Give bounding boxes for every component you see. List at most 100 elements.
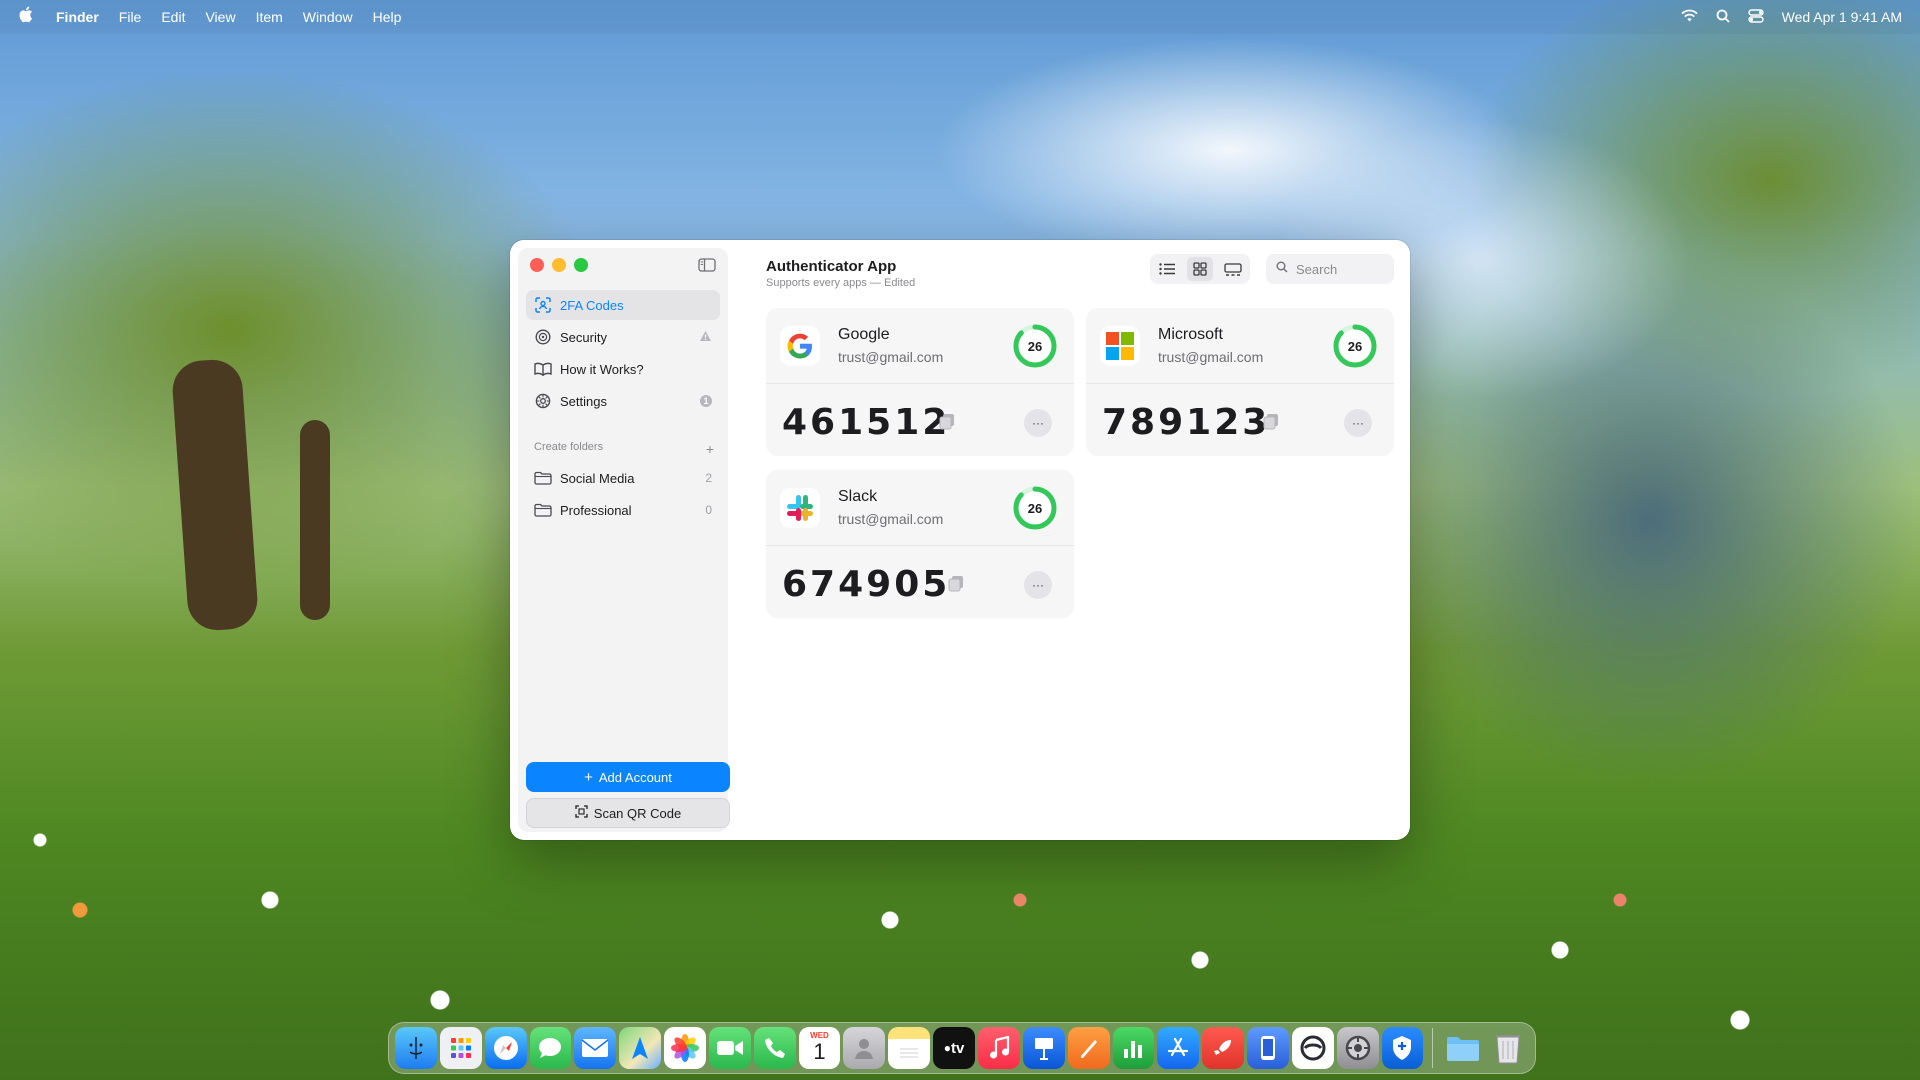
sidebar-item-settings[interactable]: Settings 1	[526, 386, 720, 416]
add-account-button[interactable]: + Add Account	[526, 762, 730, 792]
dock-contacts-icon[interactable]	[843, 1027, 886, 1069]
account-card-google[interactable]: Google trust@gmail.com 26 461512 ···	[766, 308, 1074, 456]
search-icon[interactable]	[1716, 9, 1730, 26]
sidebar-item-security[interactable]: Security	[526, 322, 720, 352]
wifi-icon[interactable]	[1680, 9, 1698, 25]
otp-code[interactable]: 789123	[1102, 402, 1270, 443]
dock: WED 1 ● tv	[388, 1022, 1536, 1074]
folder-professional[interactable]: Professional 0	[526, 494, 720, 526]
copy-icon[interactable]	[947, 574, 967, 594]
add-account-label: Add Account	[598, 769, 672, 785]
wallpaper-tree-trunk	[300, 420, 330, 620]
dock-facetime-icon[interactable]	[708, 1027, 751, 1069]
authenticator-window: 2FA Codes Security How it Works? Setting…	[510, 240, 1410, 840]
dock-tv-icon[interactable]: ● tv	[933, 1027, 975, 1069]
more-options-button[interactable]: ···	[1024, 571, 1052, 599]
menu-file[interactable]: File	[119, 9, 142, 25]
card-header: Microsoft trust@gmail.com 26	[1086, 308, 1394, 384]
dock-rocketsim-icon[interactable]	[1202, 1027, 1245, 1069]
dock-numbers-icon[interactable]	[1112, 1027, 1155, 1069]
dock-keynote-icon[interactable]	[1022, 1027, 1065, 1069]
qr-scan-icon	[575, 805, 588, 821]
dock-calendar-icon[interactable]: WED 1	[798, 1027, 841, 1069]
dock-music-icon[interactable]	[977, 1027, 1020, 1069]
search-field[interactable]	[1266, 254, 1394, 284]
scan-qr-button[interactable]: Scan QR Code	[526, 798, 730, 828]
copy-icon[interactable]	[1262, 412, 1282, 432]
menu-edit[interactable]: Edit	[161, 9, 185, 25]
account-card-microsoft[interactable]: Microsoft trust@gmail.com 26 789123 ···	[1086, 308, 1394, 456]
menu-bar: Finder File Edit View Item Window Help W…	[0, 0, 1920, 34]
traffic-lights	[530, 258, 588, 272]
book-icon	[534, 360, 552, 378]
menu-help[interactable]: Help	[373, 9, 402, 25]
folder-social-media[interactable]: Social Media 2	[526, 462, 720, 494]
countdown-timer: 26	[1012, 323, 1058, 369]
grid-view-icon[interactable]	[1186, 257, 1213, 281]
menu-item[interactable]: Item	[256, 9, 283, 25]
dock-downloads-folder-icon[interactable]	[1442, 1027, 1484, 1069]
google-logo-icon	[780, 326, 820, 366]
dock-authenticator-icon[interactable]	[1381, 1027, 1424, 1069]
sidebar-item-how-it-works[interactable]: How it Works?	[526, 354, 720, 384]
add-folder-button[interactable]: +	[706, 441, 714, 457]
folder-label: Professional	[560, 502, 632, 518]
account-email: trust@gmail.com	[838, 511, 944, 527]
dock-app-store-icon[interactable]	[1157, 1027, 1200, 1069]
dock-system-settings-icon[interactable]	[1336, 1027, 1379, 1069]
countdown-timer: 26	[1332, 323, 1378, 369]
dock-messages-icon[interactable]	[529, 1027, 572, 1069]
account-card-slack[interactable]: Slack trust@gmail.com 26 674905 ···	[766, 470, 1074, 618]
sidebar-nav: 2FA Codes Security How it Works? Setting…	[526, 290, 720, 418]
dock-launchpad-icon[interactable]	[439, 1027, 482, 1069]
more-options-button[interactable]: ···	[1344, 409, 1372, 437]
search-input[interactable]	[1296, 261, 1376, 277]
dock-mail-icon[interactable]	[574, 1027, 617, 1069]
sidebar-item-label: 2FA Codes	[560, 297, 624, 313]
otp-code[interactable]: 674905	[782, 564, 950, 605]
dock-safari-icon[interactable]	[484, 1027, 527, 1069]
close-window-button[interactable]	[530, 258, 544, 272]
dock-proxyman-icon[interactable]	[1291, 1027, 1334, 1069]
dock-phone-icon[interactable]	[753, 1027, 796, 1069]
dock-pages-icon[interactable]	[1067, 1027, 1110, 1069]
sidebar-item-2fa-codes[interactable]: 2FA Codes	[526, 290, 720, 320]
menu-view[interactable]: View	[205, 9, 235, 25]
gallery-view-icon[interactable]	[1220, 257, 1246, 281]
sidebar-toggle-icon[interactable]	[698, 258, 716, 272]
sidebar-item-label: Security	[560, 329, 607, 345]
card-header: Slack trust@gmail.com 26	[766, 470, 1074, 546]
tv-label: tv	[951, 1039, 965, 1057]
security-icon	[534, 328, 552, 346]
window-subtitle: Supports every apps — Edited	[766, 277, 916, 289]
otp-code[interactable]: 461512	[782, 402, 950, 443]
countdown-timer: 26	[1012, 485, 1058, 531]
microsoft-logo-icon	[1100, 326, 1140, 366]
dock-notes-icon[interactable]	[888, 1027, 931, 1069]
menu-window[interactable]: Window	[303, 9, 353, 25]
account-email: trust@gmail.com	[838, 349, 944, 365]
copy-icon[interactable]	[938, 412, 958, 432]
more-options-button[interactable]: ···	[1024, 409, 1052, 437]
menu-clock[interactable]: Wed Apr 1 9:41 AM	[1782, 9, 1902, 25]
account-name: Google	[838, 326, 890, 343]
dock-finder-icon[interactable]	[395, 1027, 437, 1069]
dock-simulator-icon[interactable]	[1247, 1027, 1289, 1069]
minimize-window-button[interactable]	[552, 258, 566, 272]
search-icon	[1276, 260, 1288, 278]
countdown-seconds: 26	[1027, 338, 1043, 354]
apple-logo-icon[interactable]	[18, 6, 34, 28]
menu-app-name[interactable]: Finder	[56, 9, 99, 25]
slack-logo-icon	[780, 488, 820, 528]
folder-count: 0	[705, 503, 712, 517]
dock-trash-icon[interactable]	[1487, 1027, 1529, 1069]
plus-icon: +	[584, 768, 593, 786]
dock-separator	[1432, 1028, 1434, 1068]
dock-photos-icon[interactable]	[664, 1027, 706, 1069]
maximize-window-button[interactable]	[574, 258, 588, 272]
control-center-icon[interactable]	[1747, 8, 1764, 26]
dock-maps-icon[interactable]	[619, 1027, 662, 1069]
scan-icon	[534, 296, 552, 314]
wallpaper-tree-trunk	[170, 357, 260, 633]
list-view-icon[interactable]	[1154, 257, 1180, 281]
